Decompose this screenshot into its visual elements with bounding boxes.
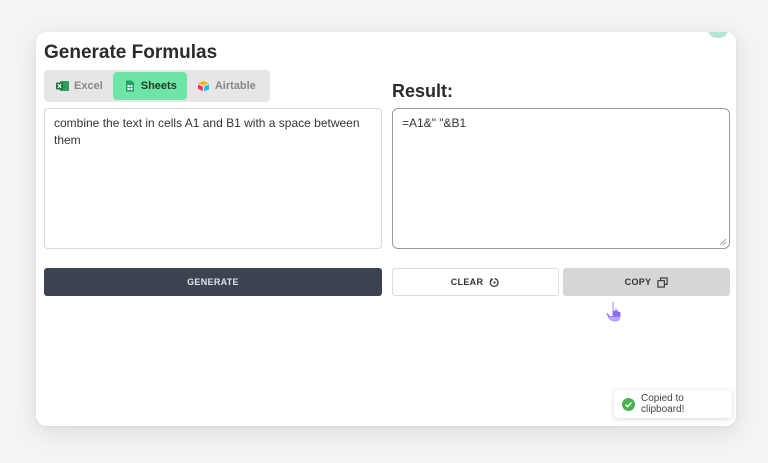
page-background: Generate Formulas Excel Sheets Airtable …	[0, 0, 768, 463]
tab-excel-label: Excel	[74, 80, 103, 92]
formula-generator-card: Generate Formulas Excel Sheets Airtable …	[36, 32, 736, 426]
excel-icon	[56, 81, 69, 91]
result-label: Result:	[392, 81, 454, 101]
app-tabs: Excel Sheets Airtable	[44, 70, 270, 102]
tab-airtable-label: Airtable	[214, 80, 256, 92]
decorative-circle	[708, 32, 728, 38]
generate-button-label: GENERATE	[187, 277, 239, 287]
reset-icon	[490, 277, 499, 287]
result-formula: =A1&" "&B1	[402, 116, 467, 130]
check-circle-icon	[622, 397, 635, 411]
copy-icon	[657, 276, 668, 288]
generate-button[interactable]: GENERATE	[44, 268, 382, 296]
tab-airtable[interactable]: Airtable	[187, 72, 266, 100]
airtable-icon	[197, 81, 209, 92]
page-title: Generate Formulas	[44, 42, 218, 63]
clear-button-label: CLEAR	[450, 277, 484, 287]
copy-button[interactable]: COPY	[563, 268, 730, 296]
sheets-icon	[125, 80, 134, 92]
tab-sheets-label: Sheets	[140, 80, 177, 92]
result-output[interactable]: =A1&" "&B1	[392, 108, 730, 249]
hand-pointer-cursor-icon	[605, 300, 622, 323]
toast-message: Copied to clipboard!	[641, 393, 685, 415]
clipboard-toast: Copied to clipboard!	[614, 390, 732, 418]
copy-button-label: COPY	[624, 277, 652, 287]
tab-sheets[interactable]: Sheets	[112, 72, 187, 100]
prompt-input[interactable]: combine the text in cells A1 and B1 with…	[44, 108, 382, 249]
resize-grip-icon[interactable]	[719, 238, 727, 246]
tab-excel[interactable]: Excel	[46, 72, 113, 100]
clear-button[interactable]: CLEAR	[392, 268, 559, 296]
